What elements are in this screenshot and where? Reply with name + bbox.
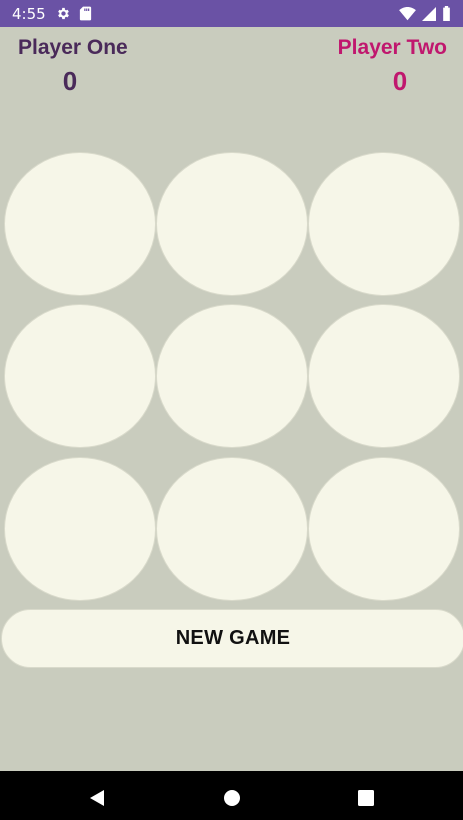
player-two-score: 0 (392, 66, 408, 96)
player-one-label: Player One (18, 36, 128, 59)
player-one-score: 0 (62, 66, 78, 96)
board-cell-1-2[interactable] (308, 304, 460, 448)
board-cell-2-0[interactable] (4, 457, 156, 601)
recents-icon[interactable] (358, 790, 374, 806)
player-two-label: Player Two (337, 36, 447, 59)
board-cell-1-0[interactable] (4, 304, 156, 448)
board-cell-2-2[interactable] (308, 457, 460, 601)
back-icon[interactable] (88, 789, 106, 807)
new-game-button[interactable]: NEW GAME (1, 609, 463, 668)
battery-icon (442, 6, 451, 21)
status-bar: 4:55 (0, 0, 463, 27)
board-cell-1-1[interactable] (156, 304, 308, 448)
home-icon[interactable] (224, 790, 240, 806)
navigation-bar (0, 771, 463, 820)
status-icons-left (56, 6, 92, 21)
sd-card-icon (79, 6, 92, 21)
board-cell-0-0[interactable] (4, 152, 156, 296)
board-cell-0-1[interactable] (156, 152, 308, 296)
signal-icon (422, 6, 436, 21)
board-cell-2-1[interactable] (156, 457, 308, 601)
wifi-icon (399, 6, 416, 21)
game-board (0, 152, 463, 602)
status-icons-right (399, 6, 451, 21)
board-cell-0-2[interactable] (308, 152, 460, 296)
status-time: 4:55 (12, 4, 46, 23)
gear-icon (56, 6, 71, 21)
